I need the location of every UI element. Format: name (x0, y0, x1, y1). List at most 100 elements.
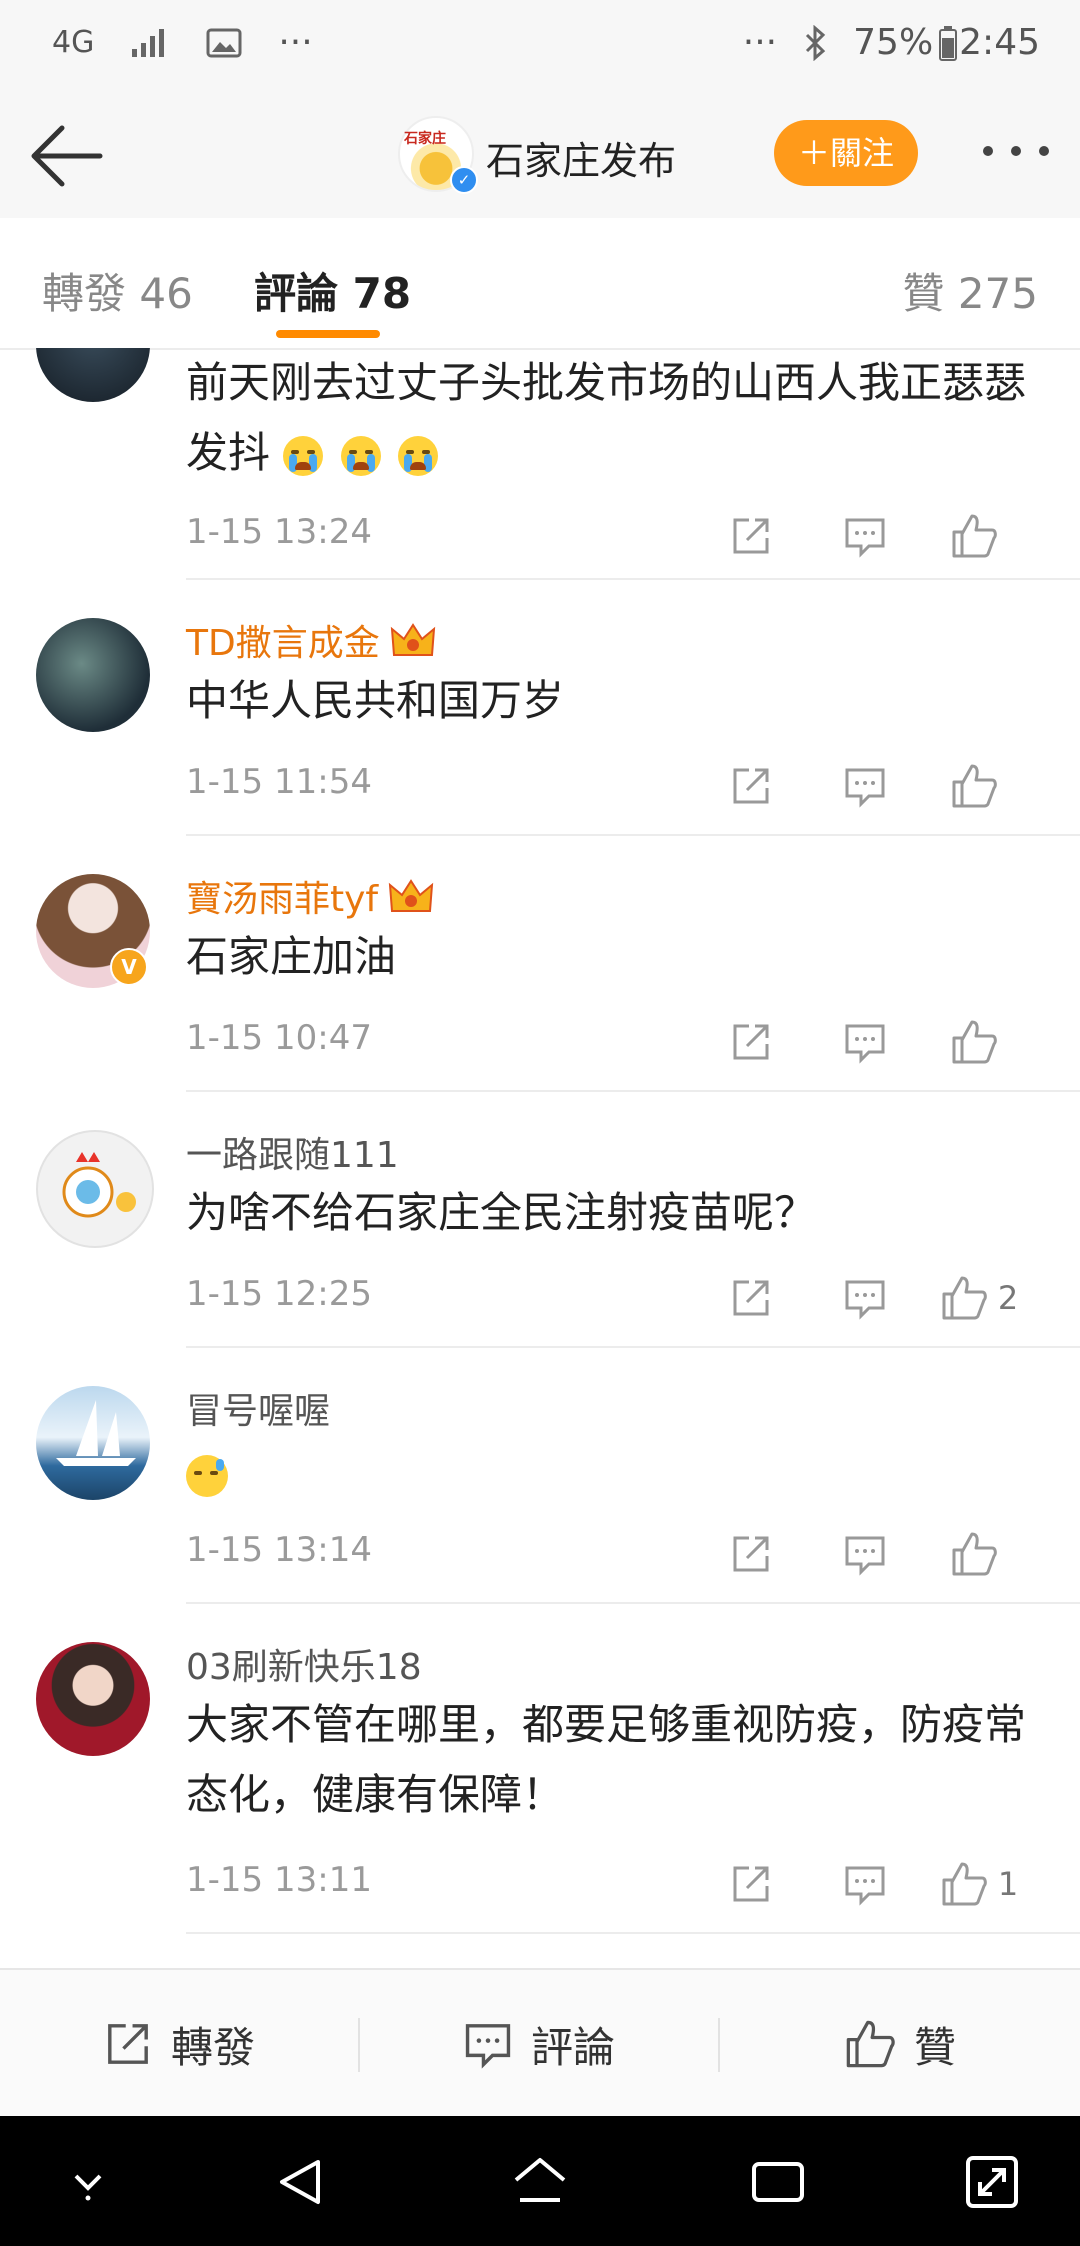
account-avatar[interactable]: 石家庄 ✓ (398, 116, 478, 194)
like-count: 1 (997, 1865, 1019, 1903)
like-icon[interactable] (922, 758, 1036, 814)
like-icon[interactable] (922, 1014, 1036, 1070)
tab-bar: 轉發 46 評論 78 贊 275 (0, 218, 1080, 350)
reply-icon[interactable] (808, 508, 922, 564)
comment-text: 前天刚去过丈子头批发市场的山西人我正瑟瑟发抖 (186, 348, 1046, 488)
status-dots-left: ··· (278, 22, 313, 63)
repost-icon[interactable] (694, 508, 808, 564)
comment-actions: 1 (694, 1856, 1036, 1912)
comment-time: 1-15 12:25 (186, 1274, 372, 1314)
account-title[interactable]: 石家庄发布 (486, 130, 676, 185)
comment-actions (694, 758, 1036, 814)
bottom-comment-button[interactable]: 評論 (360, 1970, 718, 2118)
like-icon[interactable]: 1 (922, 1856, 1036, 1912)
hide-keyboard-icon[interactable] (58, 2152, 118, 2212)
comment-actions: 2 (694, 1270, 1036, 1326)
commenter-avatar[interactable] (36, 1386, 150, 1500)
comment-time: 1-15 13:24 (186, 512, 372, 552)
comment-divider (186, 1932, 1080, 1934)
bottom-comment-label: 評論 (530, 2022, 615, 2072)
battery-icon (939, 25, 958, 61)
chick-illustration (62, 1152, 136, 1218)
like-icon[interactable] (922, 1526, 1036, 1582)
repost-icon[interactable] (694, 1014, 808, 1070)
repost-icon[interactable] (694, 1526, 808, 1582)
comment-item: V 寶汤雨菲tyf 石家庄加油 1-15 10:47 (0, 836, 1080, 1092)
nav-recents-icon[interactable] (748, 2152, 808, 2212)
nav-home-icon[interactable] (510, 2152, 570, 2212)
comment-item: 前天刚去过丈子头批发市场的山西人我正瑟瑟发抖 1-15 13:24 (0, 348, 1080, 580)
back-arrow-icon[interactable] (24, 116, 108, 196)
reply-icon[interactable] (808, 1014, 922, 1070)
nav-expand-icon[interactable] (962, 2152, 1022, 2212)
tab-comments[interactable]: 評論 78 (254, 260, 411, 321)
like-count: 2 (997, 1279, 1019, 1317)
tab-repost[interactable]: 轉發 46 (42, 260, 193, 321)
bottom-repost-button[interactable]: 轉發 (0, 1970, 358, 2118)
comment-text: 大家不管在哪里，都要足够重视防疫，防疫常态化，健康有保障！ (186, 1700, 1027, 1819)
status-dots-right: ··· (742, 22, 778, 63)
commenter-avatar[interactable] (36, 348, 150, 402)
comment-actions (694, 1526, 1036, 1582)
active-tab-indicator (276, 330, 380, 338)
commenter-avatar[interactable] (36, 618, 150, 732)
commenter-avatar[interactable] (36, 1642, 150, 1756)
comment-item: TD撒言成金 中华人民共和国万岁 1-15 11:54 (0, 580, 1080, 836)
like-icon (846, 2020, 895, 2068)
commenter-name[interactable]: 一路跟随111 (186, 1126, 399, 1178)
commenter-name-text: 寶汤雨菲tyf (186, 879, 379, 920)
more-options-icon[interactable] (976, 136, 1056, 166)
repost-icon[interactable] (694, 1270, 808, 1326)
verified-badge-icon: V (110, 948, 148, 986)
account-logo-text: 石家庄 (404, 131, 446, 147)
nav-back-icon[interactable] (272, 2152, 332, 2212)
sailboat-illustration (56, 1400, 136, 1466)
comment-actions (694, 1014, 1036, 1070)
comment-text: 石家庄加油 (186, 932, 397, 981)
comment-text: 中华人民共和国万岁 (186, 676, 565, 725)
follow-button[interactable]: ＋關注 (774, 120, 918, 186)
comment-time: 1-15 11:54 (186, 762, 372, 802)
vip-crown-icon (390, 621, 436, 670)
bottom-action-bar: 轉發 評論 贊 (0, 1968, 1080, 2118)
comment-icon (465, 2024, 511, 2069)
commenter-name[interactable]: TD撒言成金 (186, 614, 436, 670)
tab-likes[interactable]: 贊 275 (902, 260, 1038, 321)
reply-icon[interactable] (808, 1270, 922, 1326)
comment-time: 1-15 13:11 (186, 1860, 372, 1900)
repost-icon[interactable] (694, 1856, 808, 1912)
like-icon[interactable]: 2 (922, 1270, 1036, 1326)
reply-icon[interactable] (808, 1856, 922, 1912)
comment-text: 为啥不给石家庄全民注射疫苗呢？ (186, 1188, 817, 1237)
like-icon[interactable] (922, 508, 1036, 564)
app-header: 石家庄 ✓ 石家庄发布 ＋關注 (0, 92, 1080, 220)
vip-crown-icon (388, 877, 434, 926)
signal-icon (130, 27, 170, 59)
repost-icon[interactable] (694, 758, 808, 814)
crying-emoji-icon (283, 435, 324, 476)
comment-list: 前天刚去过丈子头批发市场的山西人我正瑟瑟发抖 1-15 13:24 TD撒言成金… (0, 348, 1080, 1968)
reply-icon[interactable] (808, 1526, 922, 1582)
commenter-name[interactable]: 冒号喔喔 (186, 1382, 330, 1434)
battery-percent: 75% (853, 22, 934, 63)
bottom-repost-label: 轉發 (170, 2022, 255, 2072)
verified-badge-icon: ✓ (450, 166, 478, 194)
commenter-name[interactable]: 寶汤雨菲tyf (186, 870, 434, 926)
crying-emoji-icon (340, 435, 381, 476)
reply-icon[interactable] (808, 758, 922, 814)
clock: 2:45 (959, 22, 1040, 63)
image-icon (206, 28, 242, 58)
comment-item: 03刷新快乐18 大家不管在哪里，都要足够重视防疫，防疫常态化，健康有保障！ 1… (0, 1604, 1080, 1934)
bluetooth-icon (803, 24, 827, 61)
network-indicator: 4G (52, 25, 95, 60)
crying-emoji-icon (398, 435, 439, 476)
comment-time: 1-15 13:14 (186, 1530, 372, 1570)
commenter-name-text: TD撒言成金 (186, 623, 380, 664)
comment-actions (694, 508, 1036, 564)
commenter-avatar[interactable] (36, 1130, 154, 1248)
bottom-like-button[interactable]: 贊 (720, 1970, 1080, 2118)
bottom-like-label: 贊 (913, 2022, 956, 2072)
sweat-emoji-icon (186, 1454, 228, 1497)
comment-item: 一路跟随111 为啥不给石家庄全民注射疫苗呢？ 1-15 12:25 2 (0, 1092, 1080, 1348)
commenter-name[interactable]: 03刷新快乐18 (186, 1638, 422, 1690)
